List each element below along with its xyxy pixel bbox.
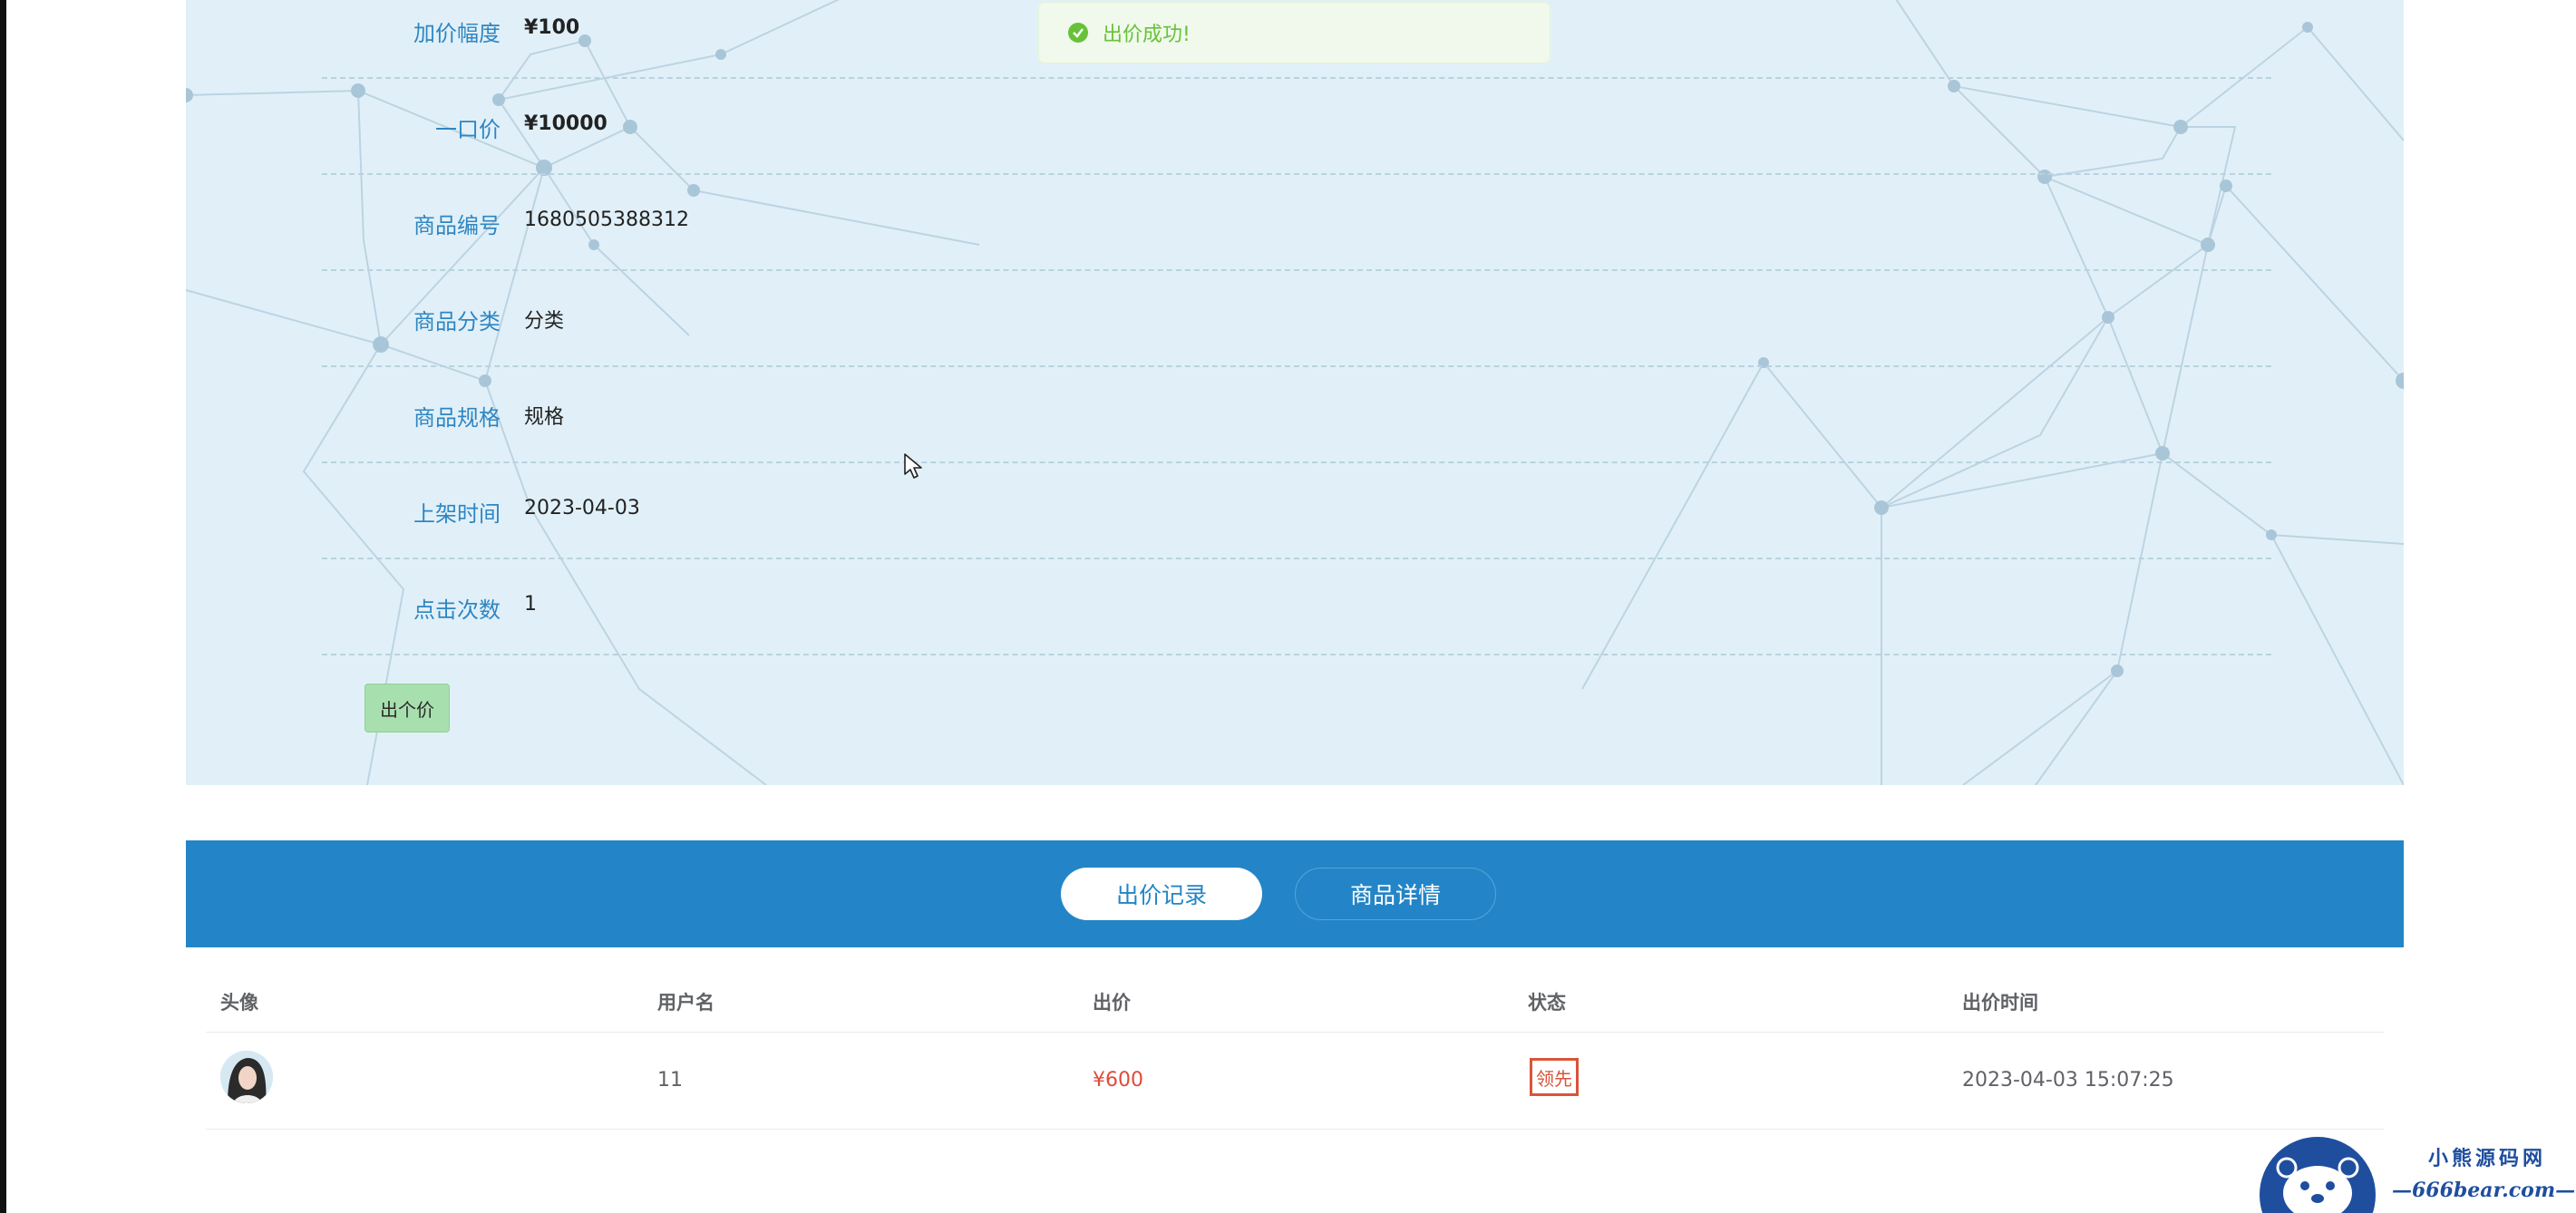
column-header-username: 用户名 [657, 992, 714, 1014]
detail-row-buy-now-price: 一口价 ¥10000 [322, 77, 2271, 175]
table-row: 11 ¥600 领先 2023-04-03 15:07:25 [206, 1033, 2384, 1130]
column-header-bid-time: 出价时间 [1962, 992, 2038, 1014]
detail-row-product-id: 商品编号 1680505388312 [322, 173, 2271, 271]
detail-label: 商品编号 [413, 213, 501, 238]
detail-value: 分类 [524, 310, 565, 333]
detail-label: 商品规格 [413, 405, 501, 431]
record-tab-bar: 出价记录 商品详情 [186, 840, 2404, 947]
table-header: 头像 用户名 出价 状态 出价时间 [206, 968, 2384, 1033]
detail-value: 2023-04-03 [524, 497, 640, 519]
mouse-cursor-icon [904, 453, 922, 479]
detail-label: 加价幅度 [413, 21, 501, 46]
place-bid-button[interactable]: 出个价 [365, 684, 450, 733]
column-header-avatar: 头像 [220, 992, 258, 1014]
watermark-url: —666bear.com— [2392, 1179, 2576, 1202]
detail-label: 商品分类 [413, 309, 501, 335]
row-bid-time: 2023-04-03 15:07:25 [1962, 1069, 2174, 1092]
site-watermark-logo: 小熊源码网 —666bear.com— [2258, 1131, 2576, 1213]
detail-value: ¥10000 [524, 112, 608, 135]
detail-value: ¥100 [524, 16, 580, 39]
detail-row-spec: 商品规格 规格 [322, 365, 2271, 463]
tab-bid-records[interactable]: 出价记录 [1061, 868, 1262, 920]
column-header-bid: 出价 [1093, 992, 1131, 1014]
row-bid-price: ¥600 [1093, 1069, 1143, 1092]
detail-row-click-count: 点击次数 1 [322, 558, 2271, 655]
detail-value: 规格 [524, 406, 565, 429]
bid-records-table: 头像 用户名 出价 状态 出价时间 11 ¥600 领先 2023-04-03 … [206, 968, 2384, 1130]
avatar [220, 1051, 273, 1103]
watermark-name: 小熊源码网 [2428, 1147, 2547, 1170]
check-circle-icon [1068, 23, 1088, 43]
window-edge [0, 0, 6, 1213]
detail-row-category: 商品分类 分类 [322, 269, 2271, 367]
detail-value: 1680505388312 [524, 209, 689, 231]
toast-message: 出价成功! [1103, 24, 1191, 46]
row-username: 11 [657, 1069, 683, 1092]
tab-product-details[interactable]: 商品详情 [1295, 868, 1496, 920]
detail-label: 点击次数 [413, 597, 501, 623]
detail-value: 1 [524, 593, 537, 616]
success-toast: 出价成功! [1038, 2, 1550, 63]
bear-logo-icon [2260, 1137, 2376, 1213]
column-header-status: 状态 [1528, 992, 1566, 1014]
detail-row-listing-date: 上架时间 2023-04-03 [322, 461, 2271, 559]
detail-label: 上架时间 [413, 501, 501, 527]
status-badge: 领先 [1530, 1058, 1579, 1096]
detail-label: 一口价 [435, 117, 501, 142]
product-info-panel: 加价幅度 ¥100 一口价 ¥10000 商品编号 1680505388312 … [186, 0, 2404, 785]
